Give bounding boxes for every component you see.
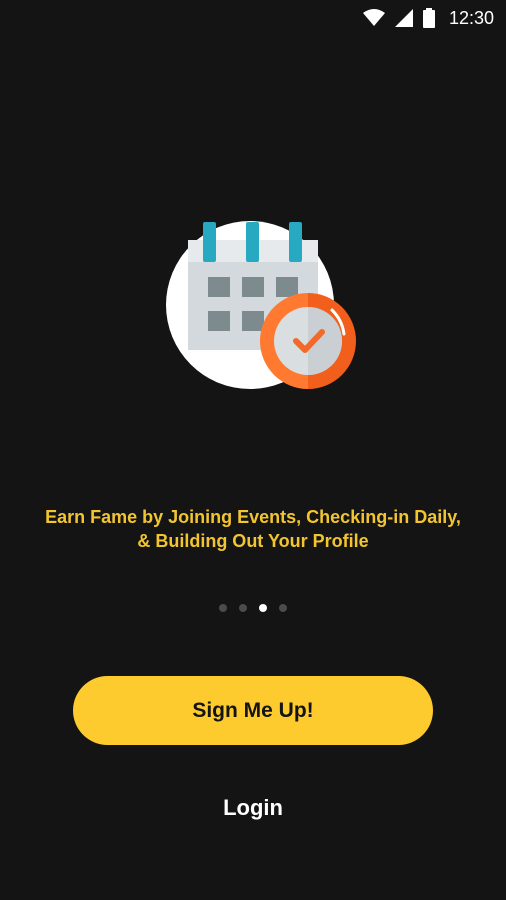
status-bar: 12:30	[0, 0, 506, 36]
onboarding-tagline: Earn Fame by Joining Events, Checking-in…	[45, 507, 461, 551]
page-dot-1[interactable]	[219, 604, 227, 612]
battery-icon	[422, 8, 435, 28]
check-badge-icon	[260, 293, 356, 389]
login-link[interactable]: Login	[0, 795, 506, 821]
signal-icon	[394, 9, 413, 27]
clock: 12:30	[448, 7, 494, 28]
sign-up-button[interactable]: Sign Me Up!	[73, 676, 433, 745]
calendar-check-illustration	[166, 221, 356, 389]
wifi-icon	[362, 9, 385, 27]
page-dot-4[interactable]	[279, 604, 287, 612]
page-dot-2[interactable]	[239, 604, 247, 612]
page-dot-3-active[interactable]	[259, 604, 267, 612]
page-indicator	[0, 604, 506, 612]
